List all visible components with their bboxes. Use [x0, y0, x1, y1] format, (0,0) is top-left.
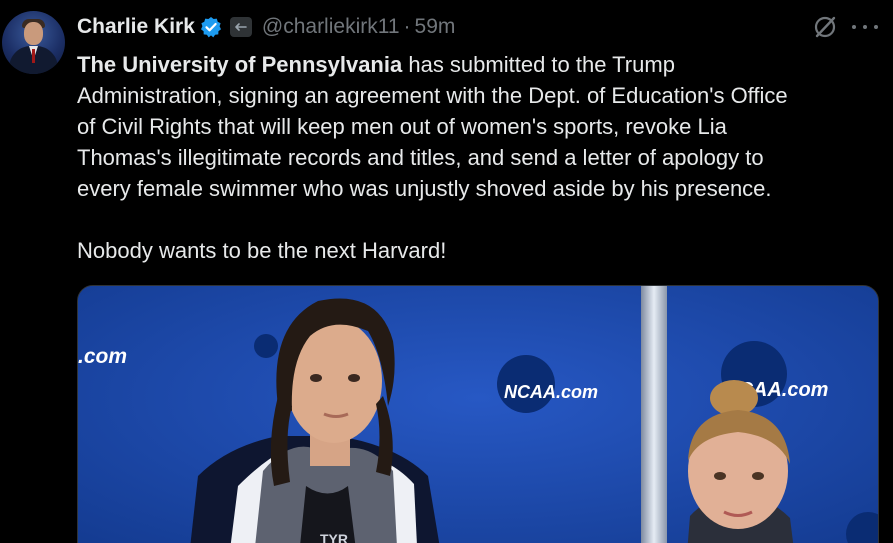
- tweet-media-photo[interactable]: .com NCAA.com NCAA.com TYR: [77, 285, 879, 543]
- avatar-tie: [32, 49, 35, 63]
- logo-text: NCAA.com: [504, 382, 598, 402]
- backdrop-logo-partial: [254, 334, 278, 358]
- photo-illustration: .com NCAA.com NCAA.com TYR: [78, 286, 878, 543]
- author-avatar[interactable]: [2, 11, 65, 74]
- swimsuit-logo: TYR: [320, 531, 348, 543]
- tweet-line-2: Administration, signing an agreement wit…: [77, 83, 788, 108]
- time-separator: ·: [403, 15, 411, 38]
- tweet-text: The University of Pennsylvania has submi…: [77, 49, 877, 266]
- backdrop-text-left: .com: [78, 345, 127, 368]
- tweet-time[interactable]: 59m: [415, 15, 456, 39]
- affiliation-badge-icon[interactable]: [229, 17, 252, 37]
- tweet-line-1-rest: has submitted to the Trump: [402, 52, 675, 77]
- tweet-line-1: The University of Pennsylvania has submi…: [77, 49, 877, 80]
- author-handle[interactable]: @charliekirk11: [262, 15, 400, 39]
- tweet-line-6: Nobody wants to be the next Harvard!: [77, 238, 447, 263]
- more-dot: [874, 25, 878, 29]
- more-dot: [852, 25, 856, 29]
- more-options-icon[interactable]: [852, 16, 878, 38]
- backdrop-pole: [641, 286, 667, 543]
- avatar-head: [24, 22, 43, 45]
- tweet-line-4: Thomas's illegitimate records and titles…: [77, 145, 764, 170]
- eye: [348, 374, 360, 382]
- tweet-line-3: of Civil Rights that will keep men out o…: [77, 114, 727, 139]
- more-dot: [863, 25, 867, 29]
- author-name[interactable]: Charlie Kirk: [77, 15, 195, 39]
- verified-badge-icon[interactable]: [200, 16, 222, 38]
- eye: [714, 472, 726, 480]
- tweet-line-5: every female swimmer who was unjustly sh…: [77, 176, 772, 201]
- tweet-header: Charlie Kirk @charliekirk11 · 59m: [77, 12, 455, 42]
- tweet-bold-lead: The University of Pennsylvania: [77, 52, 403, 77]
- eye: [752, 472, 764, 480]
- grok-icon[interactable]: [812, 14, 838, 40]
- eye: [310, 374, 322, 382]
